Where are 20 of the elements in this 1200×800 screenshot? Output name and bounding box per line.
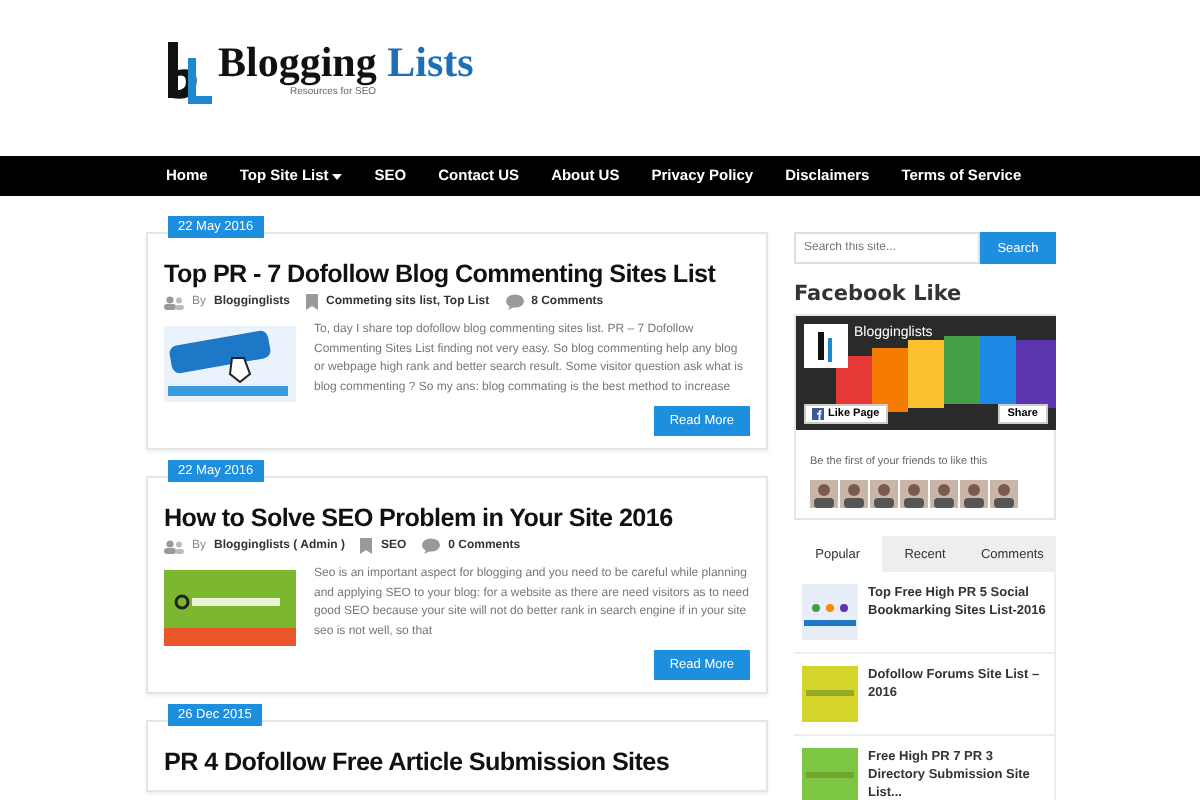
avatar-icon — [930, 480, 958, 508]
avatar-icon — [960, 480, 988, 508]
bookmark-icon — [306, 294, 319, 310]
site-title[interactable]: Blogging Lists — [218, 40, 474, 84]
avatar-icon — [990, 480, 1018, 508]
user-icon — [164, 539, 184, 553]
comment-icon — [505, 294, 524, 310]
page-logo-icon — [804, 324, 848, 368]
comment-icon — [422, 538, 441, 554]
avatar-icon — [900, 480, 928, 508]
post-title[interactable]: PR 4 Dofollow Free Article Submission Sites — [164, 746, 750, 778]
avatar-icon — [870, 480, 898, 508]
widget-heading: Facebook Like — [794, 282, 964, 306]
avatar-icon — [810, 480, 838, 508]
bookmark-icon — [360, 538, 373, 554]
post-title[interactable]: Top PR - 7 Dofollow Blog Commenting Sites List — [164, 258, 750, 290]
facebook-icon — [812, 408, 824, 420]
post-title[interactable]: How to Solve SEO Problem in Your Site 2016 — [164, 502, 750, 534]
user-icon — [164, 295, 184, 309]
avatar-icon — [840, 480, 868, 508]
